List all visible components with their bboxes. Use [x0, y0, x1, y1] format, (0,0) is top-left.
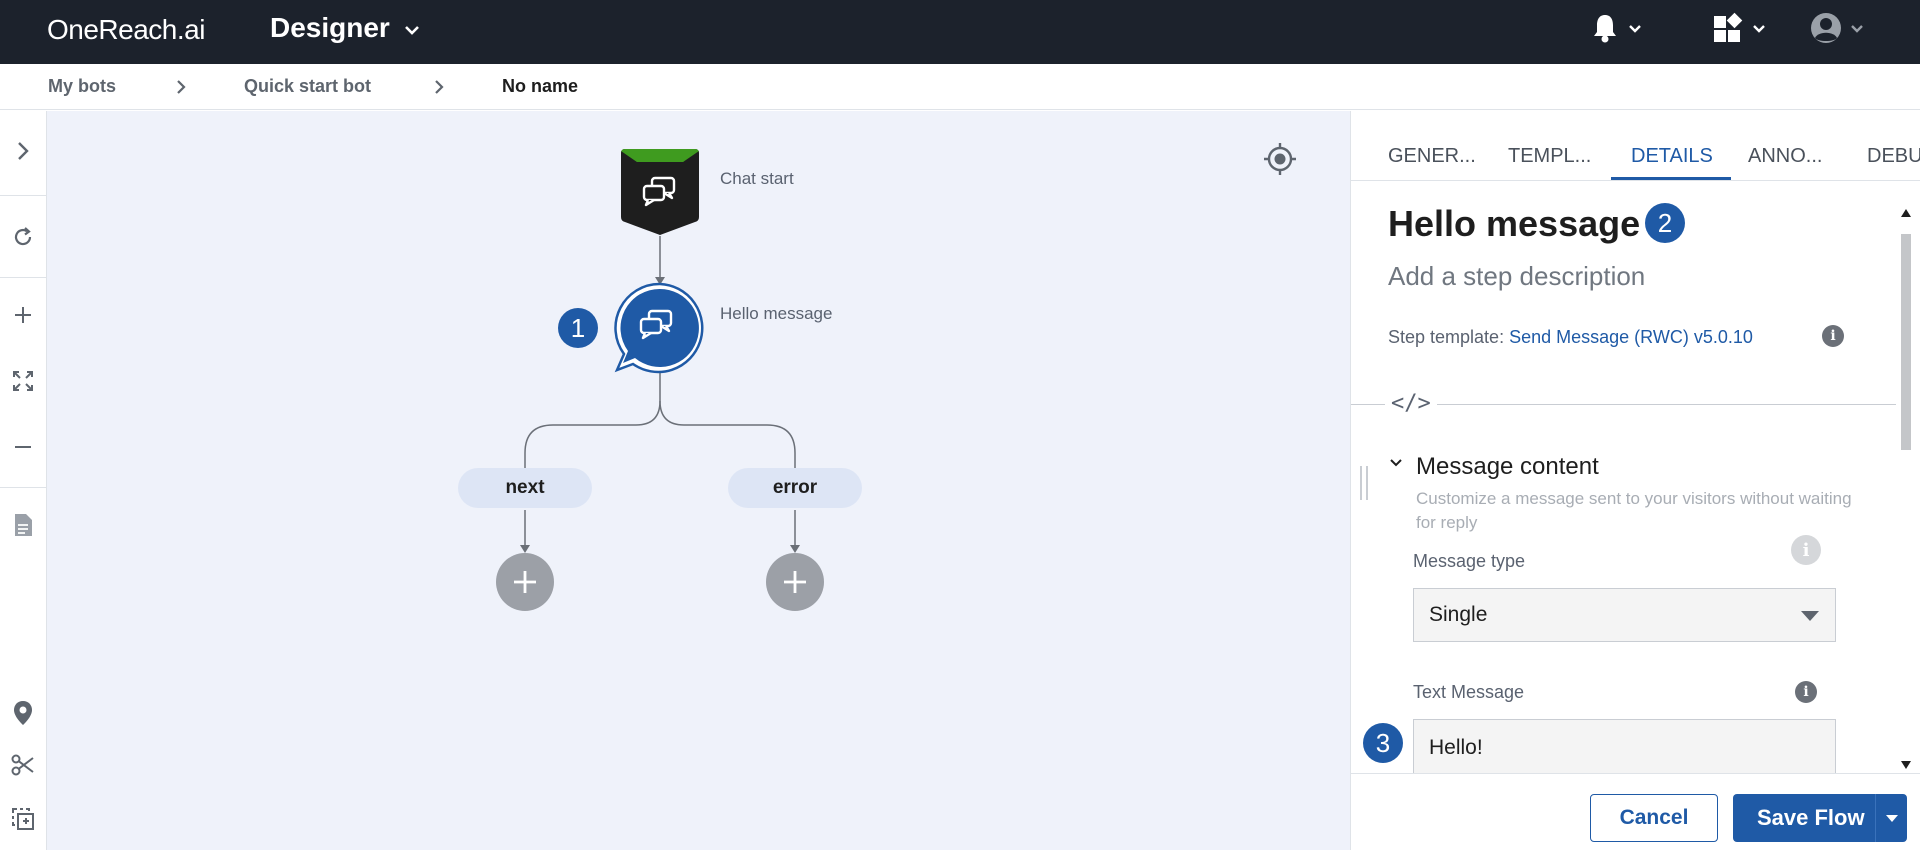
save-flow-button[interactable]: Save Flow — [1733, 794, 1907, 842]
message-type-value: Single — [1429, 603, 1488, 626]
cancel-button[interactable]: Cancel — [1590, 794, 1718, 842]
tab-template[interactable]: TEMPL... — [1508, 145, 1591, 168]
scroll-down-icon[interactable] — [1901, 761, 1911, 769]
tab-details[interactable]: DETAILS — [1631, 145, 1713, 168]
branch-error[interactable]: error — [728, 468, 862, 508]
tab-debug[interactable]: DEBU — [1867, 145, 1920, 168]
code-toggle-icon[interactable]: </> — [1385, 391, 1437, 416]
info-icon[interactable]: i — [1795, 681, 1817, 703]
breadcrumb-quick-start-bot[interactable]: Quick start bot — [244, 76, 371, 97]
zoom-out-button[interactable] — [0, 427, 46, 467]
add-step-button-error[interactable] — [766, 553, 824, 611]
chat-start-node[interactable] — [619, 147, 701, 237]
hello-message-node[interactable] — [613, 282, 709, 378]
tab-annotations[interactable]: ANNO... — [1748, 145, 1822, 168]
chevron-down-icon — [1753, 24, 1765, 33]
scrollbar-thumb[interactable] — [1901, 234, 1911, 450]
chevron-right-icon — [177, 80, 186, 94]
refresh-button[interactable] — [0, 217, 46, 257]
step-details-panel: GENER... TEMPL... DETAILS ANNO... DEBU H… — [1350, 111, 1920, 850]
field-number-badge: 3 — [1363, 723, 1403, 763]
avatar-icon — [1811, 13, 1841, 43]
save-flow-label: Save Flow — [1757, 805, 1865, 830]
map-pin-icon — [14, 701, 32, 725]
location-button[interactable] — [0, 693, 46, 733]
refresh-icon — [14, 227, 32, 246]
app-switcher[interactable]: Designer — [270, 12, 420, 44]
step-template-link[interactable]: Send Message (RWC) v5.0.10 — [1509, 327, 1753, 347]
step-template: Step template: Send Message (RWC) v5.0.1… — [1388, 327, 1753, 348]
text-message-label: Text Message — [1413, 682, 1525, 702]
document-icon — [15, 514, 32, 536]
chevron-down-icon — [1629, 24, 1641, 33]
user-menu[interactable] — [1810, 12, 1864, 44]
cut-button[interactable] — [0, 745, 46, 785]
fit-to-screen-button[interactable] — [0, 361, 46, 401]
chat-start-label: Chat start — [720, 169, 794, 188]
message-type-select[interactable]: Single — [1413, 588, 1836, 642]
select-area-button[interactable] — [0, 799, 46, 839]
caret-down-icon — [1885, 814, 1898, 822]
plus-icon — [15, 307, 31, 323]
panel-footer: Cancel Save Flow — [1351, 773, 1920, 850]
chevron-down-icon — [404, 26, 419, 35]
breadcrumb: My bots Quick start bot No name — [0, 64, 1920, 110]
active-tab-indicator — [1611, 177, 1731, 180]
message-type-label: Message type — [1413, 551, 1526, 571]
step-title[interactable]: Hello message — [1388, 203, 1640, 245]
chevron-right-icon — [18, 142, 29, 160]
fullscreen-icon — [13, 371, 33, 391]
toolbar-divider — [0, 487, 46, 488]
scissors-icon — [11, 754, 34, 776]
plus-icon — [784, 571, 806, 593]
chevron-right-icon — [435, 80, 444, 94]
app-name: Designer — [270, 12, 390, 43]
section-title[interactable]: Message content — [1416, 453, 1599, 481]
minus-icon — [15, 446, 31, 448]
step-template-prefix: Step template: — [1388, 327, 1505, 347]
breadcrumb-current: No name — [502, 76, 579, 96]
branch-next[interactable]: next — [458, 468, 592, 508]
info-icon[interactable]: i — [1791, 535, 1821, 565]
hello-message-label: Hello message — [720, 304, 833, 323]
add-step-button-next[interactable] — [496, 553, 554, 611]
drag-handle[interactable] — [1360, 466, 1368, 500]
top-bar: OneReach.ai Designer — [0, 0, 1920, 64]
left-toolbar — [0, 111, 47, 850]
chevron-down-icon[interactable] — [1389, 458, 1403, 468]
text-message-input[interactable] — [1413, 719, 1836, 775]
section-description: Customize a message sent to your visitor… — [1416, 489, 1852, 532]
bell-icon — [1594, 15, 1616, 43]
plus-icon — [514, 571, 536, 593]
panel-tabs: GENER... TEMPL... DETAILS ANNO... DEBU — [1351, 111, 1920, 181]
breadcrumb-my-bots[interactable]: My bots — [48, 76, 116, 97]
toolbar-divider — [0, 277, 46, 278]
apps-grid-icon — [1714, 12, 1743, 42]
notifications-menu[interactable] — [1590, 12, 1642, 44]
chevron-down-icon — [1851, 24, 1863, 33]
document-button[interactable] — [0, 505, 46, 545]
flow-canvas[interactable]: Chat start Hello message 1 next error — [47, 111, 1350, 850]
recenter-icon[interactable] — [1263, 142, 1297, 176]
caret-down-icon — [1801, 611, 1819, 621]
selection-icon — [12, 808, 34, 830]
step-description[interactable]: Add a step description — [1388, 261, 1645, 292]
step-number-badge: 1 — [558, 308, 598, 348]
zoom-in-button[interactable] — [0, 295, 46, 335]
scroll-up-icon[interactable] — [1901, 209, 1911, 217]
onereach-logo[interactable]: OneReach.ai — [47, 14, 205, 46]
apps-menu[interactable] — [1712, 12, 1766, 44]
panel-scrollbar[interactable] — [1895, 203, 1917, 773]
tab-general[interactable]: GENER... — [1388, 145, 1476, 168]
info-icon[interactable]: i — [1822, 325, 1844, 347]
save-options-dropdown[interactable] — [1875, 794, 1907, 842]
step-title-badge: 2 — [1645, 203, 1685, 243]
expand-sidebar-button[interactable] — [0, 131, 46, 171]
toolbar-divider — [0, 195, 46, 196]
